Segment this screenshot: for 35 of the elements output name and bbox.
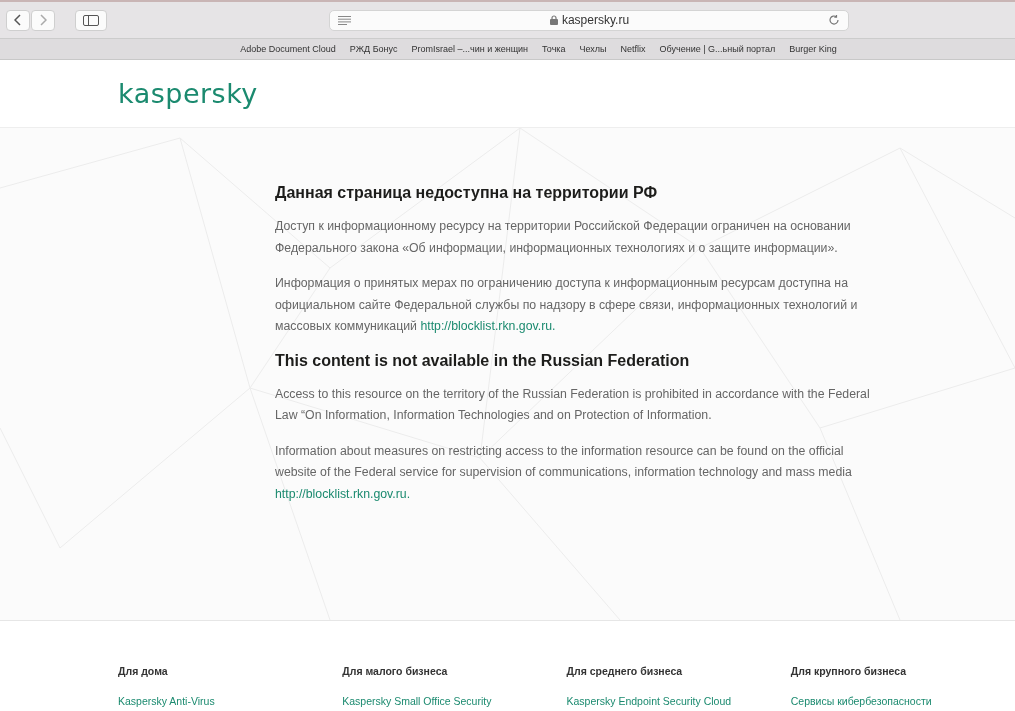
- footer-heading: Для дома: [118, 665, 168, 677]
- blocklist-link[interactable]: http://blocklist.rkn.gov.ru.: [420, 319, 556, 333]
- address-text: kaspersky.ru: [561, 13, 630, 27]
- bookmark-link[interactable]: Обучение | G...ьный портал: [659, 44, 776, 54]
- blocklist-link[interactable]: http://blocklist.rkn.gov.ru.: [275, 486, 411, 501]
- bookmark-link[interactable]: Burger King: [789, 44, 837, 54]
- notice-heading: This content is not available in the Russian Federation: [275, 351, 691, 370]
- lock-icon: [549, 15, 558, 25]
- bookmark-link[interactable]: Adobe Document Cloud: [240, 44, 336, 54]
- footer-link[interactable]: Kaspersky Anti-Virus: [118, 695, 215, 707]
- reader-icon: [338, 15, 351, 25]
- notice-heading: Данная страница недоступна на территории РФ: [275, 184, 659, 202]
- notice-paragraph: Информация о принятых мерах по ограничению доступа к информационным ресурсам доступна на официальном сайте Федеральной службы по надзору в сфере связи, информационных технологий и массовых коммуникаций http://blocklist.rkn.gov.ru.: [275, 275, 859, 335]
- sidebar-icon: [83, 14, 99, 26]
- address-bar[interactable]: kaspersky.ru: [329, 9, 849, 31]
- bookmark-link[interactable]: Netflix: [620, 44, 646, 54]
- footer-link[interactable]: Kaspersky Endpoint Security Cloud: [566, 695, 732, 707]
- notice-paragraph: Доступ к информационному ресурсу на территории Российской Федерации ограничен на основании Федерального закона «Об информации, информационных технологиях и о защите информации».: [275, 218, 852, 257]
- footer-heading: Для малого бизнеса: [342, 665, 448, 677]
- forward-icon: [39, 14, 47, 26]
- footer-link[interactable]: Сервисы кибербезопасности: [790, 695, 932, 707]
- notice-paragraph: Information about measures on restricting access to the information resource can be found on the official website of the Federal service for supervision of communications, information technology and mass media http://blocklist.rkn.gov.ru.: [275, 442, 853, 503]
- bookmark-link[interactable]: РЖД Бонус: [349, 44, 398, 54]
- sidebar-button[interactable]: [75, 9, 107, 31]
- notice-paragraph: Access to this resource on the territory of the Russian Federation is prohibited in accordance with the Federal Law “On Information, Information Technologies and on Protection of Information.: [275, 385, 871, 424]
- back-icon: [14, 14, 22, 26]
- back-button[interactable]: [6, 9, 30, 31]
- bookmark-link[interactable]: Точка: [542, 44, 566, 54]
- bookmark-link[interactable]: PromIsrael –...чин и женщин: [411, 44, 529, 54]
- bookmark-link[interactable]: Чехлы: [579, 44, 607, 54]
- footer-heading: Для среднего бизнеса: [566, 665, 683, 677]
- footer-heading: Для крупного бизнеса: [790, 665, 906, 677]
- logo[interactable]: kaspersky: [118, 78, 258, 109]
- reload-icon[interactable]: [828, 14, 840, 26]
- footer-link[interactable]: Kaspersky Small Office Security: [342, 695, 492, 707]
